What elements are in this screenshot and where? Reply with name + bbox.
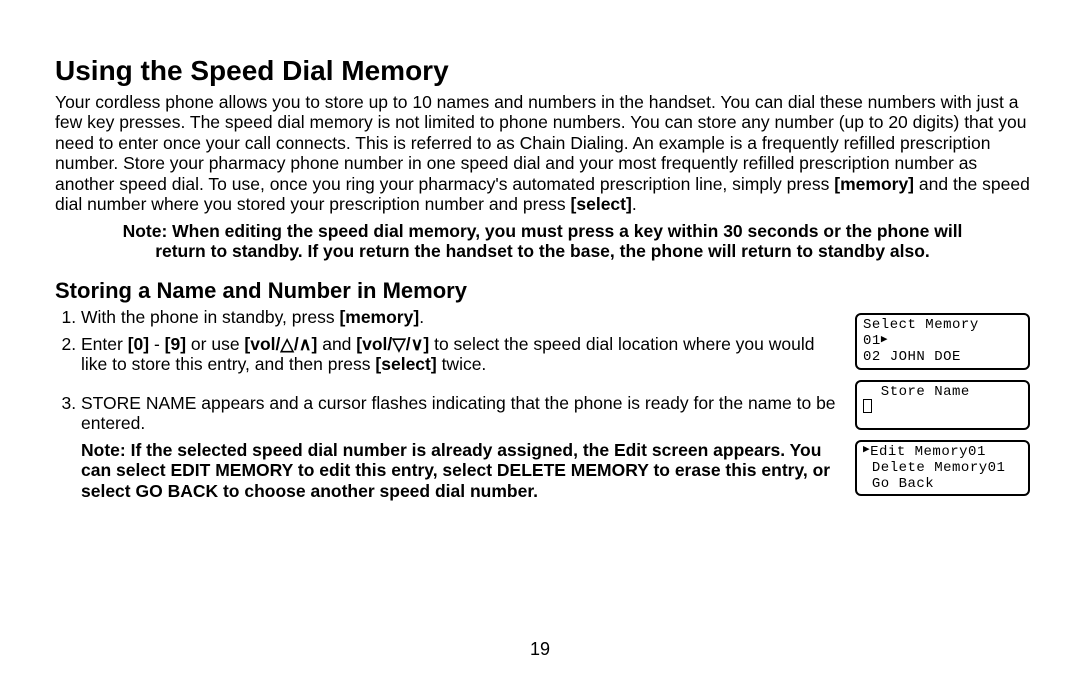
intro-paragraph: Your cordless phone allows you to store … [55, 92, 1030, 215]
step-text: or use [186, 334, 244, 354]
cursor-icon [863, 399, 872, 413]
lcd-line: Edit Memory01 [870, 444, 986, 460]
lcd-edit-menu: ▶Edit Memory01 Delete Memory01 Go Back [855, 440, 1030, 496]
step-3: STORE NAME appears and a cursor flashes … [81, 393, 843, 434]
lcd-line: 02 JOHN DOE [863, 349, 961, 365]
key-select: [select] [571, 194, 632, 214]
lcd-line: 01 [863, 333, 881, 349]
step-text: and [317, 334, 356, 354]
lcd-line: Select Memory [863, 317, 979, 333]
pointer-icon: ▶ [881, 334, 888, 347]
key-memory: [memory] [339, 307, 419, 327]
lcd-line: Delete Memory01 [863, 460, 1005, 476]
section-title-storing: Storing a Name and Number in Memory [55, 278, 1030, 304]
step-text: Enter [81, 334, 128, 354]
lcd-line: Store Name [863, 384, 970, 400]
step-1: With the phone in standby, press [memory… [81, 307, 843, 327]
step-text: . [419, 307, 424, 327]
lcd-select-memory: Select Memory 01▶ 02 JOHN DOE [855, 313, 1030, 369]
key-0: [0] [128, 334, 149, 354]
step-2: Enter [0] - [9] or use [vol/△/∧] and [vo… [81, 334, 843, 375]
intro-text: . [632, 194, 637, 214]
step-text: - [149, 334, 165, 354]
key-vol-up: [vol/△/∧] [244, 334, 317, 354]
key-vol-down: [vol/▽/∨] [356, 334, 429, 354]
key-select: [select] [375, 354, 436, 374]
page-title: Using the Speed Dial Memory [55, 55, 1030, 88]
step-text: With the phone in standby, press [81, 307, 339, 327]
lcd-store-name: Store Name [855, 380, 1030, 430]
steps-list: With the phone in standby, press [memory… [55, 307, 843, 433]
note-editing-timeout: Note: When editing the speed dial memory… [55, 221, 1030, 262]
step-text: twice. [437, 354, 487, 374]
lcd-line: Go Back [863, 476, 934, 492]
page-number: 19 [0, 639, 1080, 660]
step-3-note: Note: If the selected speed dial number … [81, 440, 843, 501]
key-memory: [memory] [834, 174, 914, 194]
key-9: [9] [165, 334, 186, 354]
